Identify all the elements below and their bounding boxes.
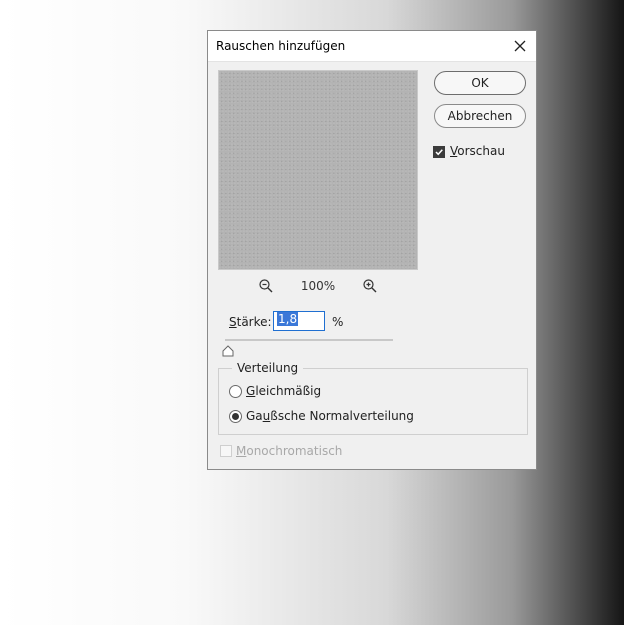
uniform-radio[interactable] <box>229 385 242 398</box>
dialog-titlebar: Rauschen hinzufügen <box>208 31 536 62</box>
monochromatic-label-rest: onochromatisch <box>246 444 343 458</box>
zoom-level: 100% <box>300 279 336 293</box>
uniform-label-rest: leichmäßig <box>255 384 322 398</box>
noise-preview[interactable] <box>218 70 418 270</box>
ok-button[interactable]: OK <box>434 71 526 95</box>
dialog-title: Rauschen hinzufügen <box>216 39 346 53</box>
amount-slider-thumb[interactable] <box>222 342 234 357</box>
monochromatic-label: Monochromatisch <box>236 444 342 458</box>
monochromatic-mnemonic: M <box>236 444 247 458</box>
amount-input[interactable]: 1,8 <box>273 311 325 331</box>
uniform-mnemonic: G <box>246 384 256 398</box>
preview-checkbox[interactable] <box>433 146 445 158</box>
preview-checkbox-label[interactable]: Vorschau <box>450 144 505 158</box>
gaussian-label-pre: Ga <box>246 409 263 423</box>
gaussian-label-rest: ßsche Normalverteilung <box>270 409 414 423</box>
add-noise-dialog: Rauschen hinzufügen 100% OK Abbrechen Vo… <box>207 30 537 470</box>
amount-mnemonic: S <box>229 315 237 329</box>
zoom-in-icon[interactable] <box>362 278 378 294</box>
amount-label-rest: tärke: <box>236 315 272 329</box>
monochromatic-checkbox <box>220 445 232 457</box>
distribution-group <box>218 368 528 435</box>
uniform-label[interactable]: Gleichmäßig <box>246 384 321 398</box>
gaussian-label[interactable]: Gaußsche Normalverteilung <box>246 409 414 423</box>
gaussian-radio[interactable] <box>229 410 242 423</box>
amount-label: Stärke: <box>229 315 272 329</box>
amount-slider-track[interactable] <box>225 339 393 341</box>
distribution-legend: Verteilung <box>232 361 304 375</box>
preview-label-rest: orschau <box>457 144 505 158</box>
amount-unit: % <box>332 315 344 329</box>
close-icon[interactable] <box>510 36 530 56</box>
cancel-button[interactable]: Abbrechen <box>434 104 526 128</box>
amount-value: 1,8 <box>277 312 299 326</box>
zoom-controls: 100% <box>218 277 418 295</box>
